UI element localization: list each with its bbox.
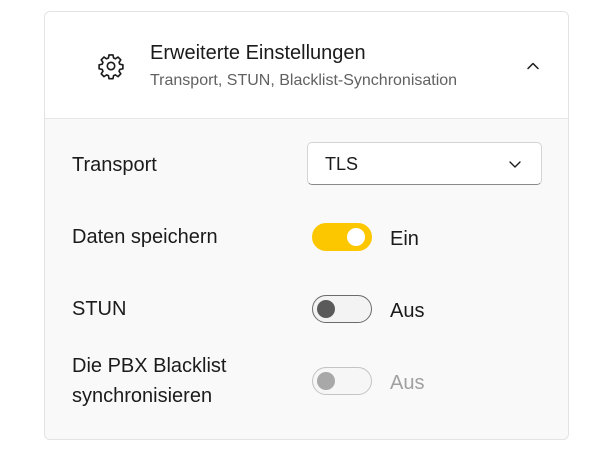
gear-icon — [98, 54, 124, 80]
stun-toggle[interactable] — [312, 295, 372, 323]
toggle-knob — [317, 372, 335, 390]
advanced-settings-header[interactable]: Erweiterte Einstellungen Transport, STUN… — [45, 12, 568, 119]
stun-label: STUN — [72, 298, 127, 320]
advanced-settings-card: Erweiterte Einstellungen Transport, STUN… — [44, 11, 569, 440]
pbx-blacklist-label-line2: synchronisieren — [72, 385, 213, 407]
pbx-blacklist-toggle[interactable] — [312, 367, 372, 395]
section-subtitle: Transport, STUN, Blacklist-Synchronisati… — [150, 72, 458, 89]
save-data-state: Ein — [390, 228, 419, 250]
stun-state: Aus — [390, 300, 425, 322]
save-data-label: Daten speichern — [72, 226, 218, 248]
chevron-down-icon — [509, 161, 521, 168]
pbx-blacklist-label-line1: Die PBX Blacklist — [72, 355, 227, 377]
chevron-up-icon[interactable] — [523, 56, 543, 76]
toggle-knob — [347, 228, 365, 246]
pbx-blacklist-state: Aus — [390, 372, 425, 394]
section-title: Erweiterte Einstellungen — [150, 42, 366, 64]
save-data-toggle[interactable] — [312, 223, 372, 251]
transport-label: Transport — [72, 154, 157, 176]
pbx-blacklist-label: Die PBX Blacklist synchronisieren — [72, 351, 227, 411]
transport-select-value: TLS — [325, 154, 359, 174]
toggle-knob — [317, 300, 335, 318]
transport-select[interactable]: TLS — [307, 142, 542, 185]
